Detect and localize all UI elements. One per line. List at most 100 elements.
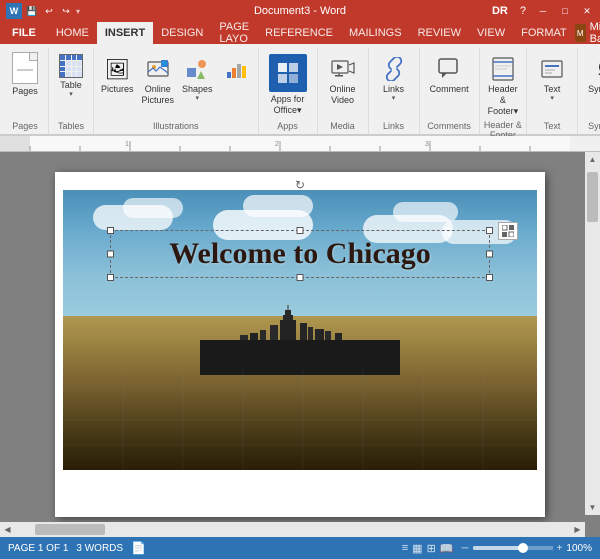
scroll-left-btn[interactable]: ◀ [0,522,15,537]
view-web-btn[interactable]: ▦ [412,542,422,555]
pages-icon [12,52,38,84]
tab-design[interactable]: DESIGN [153,22,211,44]
zoom-fill [473,546,525,550]
scroll-thumb-v[interactable] [587,172,598,222]
page-info: PAGE 1 OF 1 [8,543,68,554]
zoom-area: ─ + 100% [461,543,592,554]
document-area: ↻ Welcome to Chicago [0,152,600,537]
smartart-btn[interactable] [218,52,254,86]
ribbon-group-pages: Pages Pages [2,48,49,134]
tab-mailings[interactable]: MAILINGS [341,22,410,44]
online-pictures-label: OnlinePictures [142,84,175,106]
tab-page-layout[interactable]: PAGE LAYO [211,22,257,44]
pictures-btn[interactable]: 🖼 Pictures [98,52,137,96]
handle-ml[interactable] [107,251,114,258]
table-btn[interactable]: Table ▾ [55,52,87,100]
handle-mr[interactable] [486,251,493,258]
view-read-btn[interactable]: ⊞ [427,542,436,555]
undo-quick-btn[interactable]: ↩ [42,4,56,18]
text-btn[interactable]: Text ▾ [533,52,571,104]
links-btn[interactable]: Links ▾ [375,52,413,104]
handle-bc[interactable] [297,274,304,281]
page: ↻ Welcome to Chicago [55,172,545,517]
tab-references[interactable]: REFERENCE [257,22,341,44]
ribbon-tabs: HOME INSERT DESIGN PAGE LAYO REFERENCE M… [48,22,575,44]
tables-group-content: Table ▾ [55,48,87,119]
ribbon-group-header-footer: Header &Footer▾ Header & Footer [480,48,528,134]
restore-btn[interactable]: □ [556,3,574,19]
scroll-down-btn[interactable]: ▼ [585,500,600,515]
scroll-right-btn[interactable]: ▶ [570,522,585,537]
layout-options-btn[interactable] [498,222,518,240]
scroll-up-btn[interactable]: ▲ [585,152,600,167]
ribbon-group-comments: Comment Comments [420,48,480,134]
svg-text:2: 2 [275,141,279,148]
title-bar-right: DR ? ─ □ ✕ [488,3,600,19]
symbols-btn[interactable]: Ω Symbols ▾ [584,52,600,104]
text-box-container[interactable]: Welcome to Chicago [110,230,490,278]
scrollbar-horizontal[interactable]: ◀ ▶ [0,522,585,537]
handle-tr[interactable] [486,227,493,234]
minimize-btn[interactable]: ─ [534,3,552,19]
scrollbar-vertical[interactable]: ▲ ▼ [585,152,600,515]
cloud-6 [393,202,458,222]
user-area: M Mitch Bar... ▾ [575,22,600,44]
text-icon [537,54,567,84]
handle-bl[interactable] [107,274,114,281]
ribbon-group-media: OnlineVideo Media [318,48,369,134]
tab-home[interactable]: HOME [48,22,97,44]
symbols-label: Symbols [588,84,600,94]
comment-btn[interactable]: Comment [426,52,473,96]
shapes-icon [182,54,212,84]
handle-tl[interactable] [107,227,114,234]
online-pictures-btn[interactable]: 🌐 OnlinePictures [139,52,178,108]
view-buttons: ≡ ▦ ⊞ 📖 [402,542,454,555]
online-video-btn[interactable]: OnlineVideo [324,52,362,108]
links-group-label: Links [383,119,404,134]
pictures-label: Pictures [101,84,134,94]
tab-view[interactable]: VIEW [469,22,513,44]
help-btn[interactable]: ? [516,5,530,17]
table-icon [59,54,83,78]
user-name: Mitch Bar... [590,21,600,45]
zoom-level[interactable]: 100% [566,543,592,554]
table-label: Table [60,80,82,90]
shapes-btn[interactable]: Shapes ▾ [179,52,216,104]
handle-br[interactable] [486,274,493,281]
handle-tc[interactable] [297,227,304,234]
view-normal-btn[interactable]: ≡ [402,542,408,554]
view-outline-btn[interactable]: 📖 [440,542,454,555]
header-footer-btn[interactable]: Header &Footer▾ [484,52,523,118]
apps-for-office-icon [269,54,307,92]
scroll-thumb-h[interactable] [35,524,105,535]
tab-review[interactable]: REVIEW [410,22,469,44]
proofing-icon[interactable]: 📄 [131,541,146,555]
text-label: Text [544,84,561,94]
file-tab[interactable]: FILE [0,22,48,44]
header-footer-label: Header &Footer▾ [488,84,519,116]
ribbon-content: Pages Pages Table ▾ Tables 🖼 [0,44,600,136]
status-right: ≡ ▦ ⊞ 📖 ─ + 100% [402,542,592,555]
skyline-svg [200,305,400,375]
zoom-out-btn[interactable]: ─ [461,543,468,554]
zoom-thumb[interactable] [518,543,528,553]
pages-btn[interactable]: Pages [8,50,42,98]
zoom-slider[interactable] [473,546,553,550]
online-pictures-icon: 🌐 [143,54,173,84]
qa-dropdown[interactable]: ▾ [76,7,80,16]
apps-for-office-btn[interactable]: Apps forOffice▾ [265,52,311,118]
apps-content: Apps forOffice▾ [265,48,311,119]
tab-insert[interactable]: INSERT [97,22,153,44]
ribbon-group-text: Text ▾ Text [527,48,578,134]
redo-quick-btn[interactable]: ↪ [59,4,73,18]
close-btn[interactable]: ✕ [578,3,596,19]
tab-format[interactable]: FORMAT [513,22,575,44]
word-count: 3 WORDS [76,543,123,554]
zoom-in-btn[interactable]: + [557,543,563,554]
save-quick-btn[interactable]: 💾 [25,4,39,18]
tables-group-label: Tables [58,119,84,134]
links-dropdown: ▾ [392,94,396,102]
word-icon: W [6,3,22,19]
svg-text:3: 3 [425,141,429,148]
comment-label: Comment [430,84,469,94]
